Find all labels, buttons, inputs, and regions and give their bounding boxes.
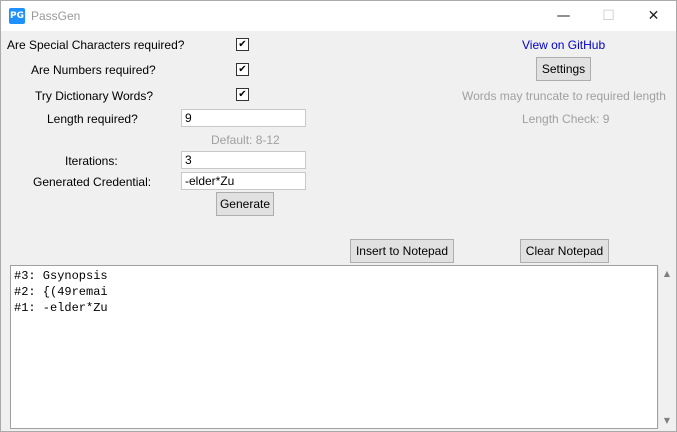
close-button[interactable]: ✕ — [631, 1, 676, 31]
scroll-down-icon[interactable]: ▼ — [659, 412, 675, 429]
clear-notepad-button[interactable]: Clear Notepad — [520, 239, 609, 263]
credential-label: Generated Credential: — [33, 175, 152, 189]
truncate-note: Words may truncate to required length — [462, 89, 666, 103]
github-link[interactable]: View on GitHub — [522, 38, 605, 52]
window-title: PassGen — [31, 9, 81, 23]
credential-output[interactable]: -elder*Zu — [181, 172, 306, 190]
notepad-textarea[interactable]: #3: Gsynopsis #2: {(49remai #1: -elder*Z… — [10, 265, 658, 429]
insert-to-notepad-button[interactable]: Insert to Notepad — [350, 239, 454, 263]
notepad-line: #3: Gsynopsis — [14, 269, 108, 283]
numbers-label: Are Numbers required? — [31, 63, 156, 77]
iterations-input[interactable]: 3 — [181, 151, 306, 169]
minimize-button[interactable]: — — [541, 1, 586, 31]
length-label: Length required? — [47, 112, 138, 126]
notepad-line: #2: {(49remai — [14, 285, 108, 299]
numbers-checkbox[interactable]: ✔ — [236, 63, 249, 76]
special-chars-checkbox[interactable]: ✔ — [236, 38, 249, 51]
iterations-label: Iterations: — [65, 154, 118, 168]
title-bar[interactable]: PG PassGen — ☐ ✕ — [1, 1, 676, 31]
special-chars-label: Are Special Characters required? — [7, 38, 185, 52]
notepad-line: #1: -elder*Zu — [14, 301, 108, 315]
passgen-app-icon: PG — [9, 8, 25, 24]
passgen-window: PG PassGen — ☐ ✕ Are Special Characters … — [0, 0, 677, 432]
settings-button[interactable]: Settings — [536, 57, 591, 81]
notepad-scrollbar[interactable]: ▲ ▼ — [658, 265, 675, 429]
generate-button[interactable]: Generate — [216, 192, 274, 216]
length-check-label: Length Check: 9 — [522, 112, 610, 126]
length-default-hint: Default: 8-12 — [211, 133, 280, 147]
dictionary-checkbox[interactable]: ✔ — [236, 88, 249, 101]
maximize-button[interactable]: ☐ — [586, 1, 631, 31]
dictionary-label: Try Dictionary Words? — [35, 89, 154, 103]
scroll-up-icon[interactable]: ▲ — [659, 265, 675, 282]
length-input[interactable]: 9 — [181, 109, 306, 127]
